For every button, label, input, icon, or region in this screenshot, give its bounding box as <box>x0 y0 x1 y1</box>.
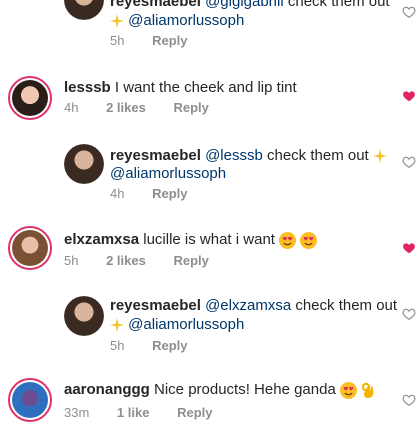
comment-mention[interactable]: @lesssb <box>205 147 263 164</box>
reply-button[interactable]: Reply <box>152 186 187 201</box>
comment-text-line2: @aliamorlussoph <box>110 11 244 30</box>
comment-mention[interactable]: @elxzamxsa <box>205 297 291 314</box>
comment-username[interactable]: reyesmaebel <box>110 147 201 164</box>
comment-body: check them out <box>295 297 398 314</box>
comment-text: reyesmaebel @gigigabriii check them out <box>110 0 390 11</box>
heart-eyes-icon <box>300 231 318 249</box>
likes-count[interactable]: 1 like <box>117 405 150 420</box>
avatar[interactable] <box>64 0 104 20</box>
heart-eyes-icon <box>279 231 297 249</box>
comment-username[interactable]: lesssb <box>64 79 111 96</box>
sparkles-icon <box>372 149 387 164</box>
avatar[interactable] <box>8 76 52 120</box>
heart-eyes-icon <box>339 381 357 399</box>
reply-button[interactable]: Reply <box>152 338 187 353</box>
comment-text: aaronanggg Nice products! Hehe ganda <box>64 380 375 399</box>
likes-count[interactable]: 2 likes <box>106 100 146 115</box>
comment-mention[interactable]: @aliamorlussoph <box>128 12 244 29</box>
sparkles-icon <box>110 14 124 29</box>
like-heart-icon[interactable] <box>402 155 416 169</box>
reply-button[interactable]: Reply <box>173 253 208 268</box>
comment-mention[interactable]: @aliamorlussoph <box>110 165 226 182</box>
comment-body: lucille is what i want <box>143 231 275 248</box>
comment-mention[interactable]: @aliamorlussoph <box>128 316 244 333</box>
comment-time: 4h <box>64 100 79 115</box>
comment-meta: 33m 1 like Reply <box>64 405 212 420</box>
sparkles-icon <box>110 318 124 333</box>
like-heart-icon[interactable] <box>402 393 416 407</box>
like-heart-icon[interactable] <box>402 307 416 321</box>
likes-count[interactable]: 2 likes <box>106 253 146 268</box>
comment-meta: 5h 2 likes Reply <box>64 253 209 268</box>
reply-button[interactable]: Reply <box>173 100 208 115</box>
comment-time: 5h <box>110 338 125 353</box>
liked-heart-icon[interactable] <box>402 241 416 255</box>
liked-heart-icon[interactable] <box>402 89 416 103</box>
comment-username[interactable]: elxzamxsa <box>64 231 139 248</box>
comment-time: 33m <box>64 405 90 420</box>
comment-text: lesssb I want the cheek and lip tint <box>64 78 297 97</box>
comment-text-line2: @aliamorlussoph <box>110 164 226 183</box>
comment-mention[interactable]: @gigigabriii <box>205 0 284 10</box>
avatar[interactable] <box>8 226 52 270</box>
comment-time: 4h <box>110 186 125 201</box>
comment-text: elxzamxsa lucille is what i want <box>64 230 318 249</box>
reply-button[interactable]: Reply <box>152 33 187 48</box>
comment-meta: 5h Reply <box>110 338 188 353</box>
like-heart-icon[interactable] <box>402 5 416 19</box>
comment-time: 5h <box>110 33 125 48</box>
avatar[interactable] <box>64 144 104 184</box>
avatar[interactable] <box>8 378 52 422</box>
comment-text: reyesmaebel @elxzamxsa check them out <box>110 296 397 315</box>
comment-meta: 4h Reply <box>110 186 188 201</box>
ok-hand-icon <box>361 382 374 398</box>
comment-body: I want the cheek and lip tint <box>114 79 297 96</box>
comment-time: 5h <box>64 253 79 268</box>
comment-meta: 5h Reply <box>110 33 188 48</box>
avatar[interactable] <box>64 296 104 336</box>
comment-username[interactable]: reyesmaebel <box>110 0 201 10</box>
comment-body: Nice products! Hehe ganda <box>154 381 336 398</box>
comment-username[interactable]: reyesmaebel <box>110 297 201 314</box>
comment-body: check them out <box>287 0 390 10</box>
reply-button[interactable]: Reply <box>177 405 212 420</box>
comment-username[interactable]: aaronanggg <box>64 381 150 398</box>
comment-meta: 4h 2 likes Reply <box>64 100 209 115</box>
comment-text-line2: @aliamorlussoph <box>110 315 244 334</box>
comment-text: reyesmaebel @lesssb check them out <box>110 146 387 165</box>
comment-body: check them out <box>267 147 369 164</box>
